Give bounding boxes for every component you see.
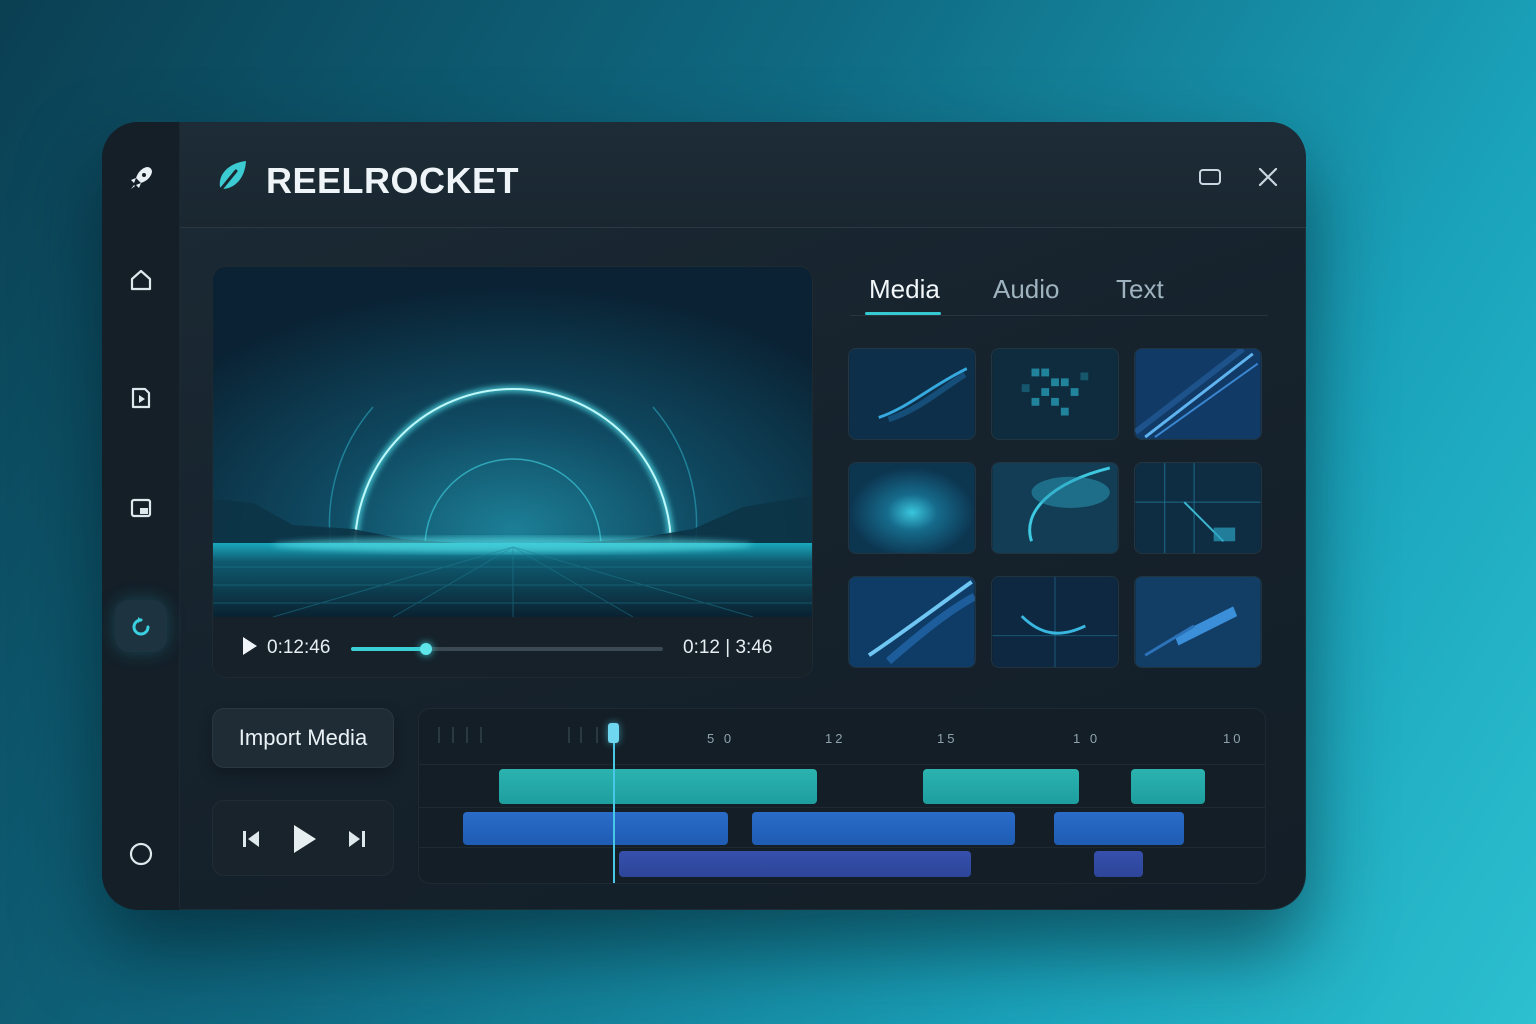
media-thumbnail[interactable] bbox=[991, 348, 1119, 440]
total-time: 0:12 | 3:46 bbox=[683, 637, 773, 658]
track-divider bbox=[419, 847, 1265, 848]
preview-frame bbox=[213, 267, 812, 617]
video-clip[interactable] bbox=[923, 769, 1079, 804]
timeline[interactable]: 5 0 12 15 1 0 10 bbox=[418, 708, 1266, 884]
active-tab-indicator bbox=[865, 312, 941, 315]
media-thumbnail[interactable] bbox=[1134, 348, 1262, 440]
ruler-ticks bbox=[438, 727, 610, 743]
skip-back-icon[interactable] bbox=[237, 825, 265, 853]
import-media-button[interactable]: Import Media bbox=[212, 708, 394, 768]
transport-controls bbox=[212, 800, 394, 876]
video-clip[interactable] bbox=[1131, 769, 1205, 804]
play-icon[interactable] bbox=[241, 635, 259, 657]
media-grid bbox=[848, 348, 1264, 670]
app-title: REELROCKET bbox=[266, 160, 520, 201]
play-icon[interactable] bbox=[287, 819, 323, 859]
sidebar bbox=[102, 122, 180, 910]
progress-bar[interactable] bbox=[351, 643, 663, 655]
rocket-icon[interactable] bbox=[115, 152, 167, 204]
playhead-handle[interactable] bbox=[608, 723, 619, 743]
video-preview: 0:12:46 0:12 | 3:46 bbox=[212, 266, 813, 678]
close-icon[interactable] bbox=[1253, 162, 1283, 192]
current-time: 0:12:46 bbox=[267, 637, 331, 658]
home-icon[interactable] bbox=[115, 254, 167, 306]
video-icon[interactable] bbox=[115, 372, 167, 424]
text-clip[interactable] bbox=[619, 851, 971, 877]
text-clip[interactable] bbox=[1094, 851, 1143, 877]
track-divider bbox=[419, 807, 1265, 808]
maximize-icon[interactable] bbox=[1195, 162, 1225, 192]
media-thumbnail[interactable] bbox=[991, 462, 1119, 554]
audio-clip[interactable] bbox=[463, 812, 728, 845]
progress-handle[interactable] bbox=[419, 643, 432, 655]
media-thumbnail[interactable] bbox=[848, 462, 976, 554]
title-bar: REELROCKET bbox=[180, 122, 1306, 228]
logo-icon bbox=[216, 161, 246, 195]
ruler-label: 12 bbox=[825, 731, 846, 746]
tab-audio[interactable]: Audio bbox=[993, 274, 1060, 305]
pip-icon[interactable] bbox=[115, 482, 167, 534]
ruler-label: 15 bbox=[937, 731, 958, 746]
media-thumbnail[interactable] bbox=[991, 576, 1119, 668]
ruler-label: 1 0 bbox=[1073, 731, 1101, 746]
player-controls: 0:12:46 0:12 | 3:46 bbox=[213, 617, 812, 677]
playhead bbox=[613, 733, 615, 883]
video-clip[interactable] bbox=[499, 769, 817, 804]
library-tabs: Media Audio Text bbox=[850, 268, 1268, 316]
progress-fill bbox=[351, 647, 426, 651]
audio-clip[interactable] bbox=[752, 812, 1015, 845]
media-thumbnail[interactable] bbox=[848, 576, 976, 668]
timeline-ruler: 5 0 12 15 1 0 10 bbox=[419, 709, 1265, 765]
circle-icon[interactable] bbox=[115, 828, 167, 880]
refresh-icon[interactable] bbox=[115, 600, 167, 652]
audio-clip[interactable] bbox=[1054, 812, 1184, 845]
editor-window: REELROCKET 0:12:46 0:12 | 3:46 Media Aud… bbox=[102, 122, 1306, 910]
skip-forward-icon[interactable] bbox=[343, 825, 371, 853]
media-thumbnail[interactable] bbox=[848, 348, 976, 440]
media-thumbnail[interactable] bbox=[1134, 462, 1262, 554]
ruler-label: 10 bbox=[1223, 731, 1244, 746]
media-thumbnail[interactable] bbox=[1134, 576, 1262, 668]
ruler-label: 5 0 bbox=[707, 731, 735, 746]
tab-text[interactable]: Text bbox=[1116, 274, 1164, 305]
tab-media[interactable]: Media bbox=[869, 274, 940, 305]
